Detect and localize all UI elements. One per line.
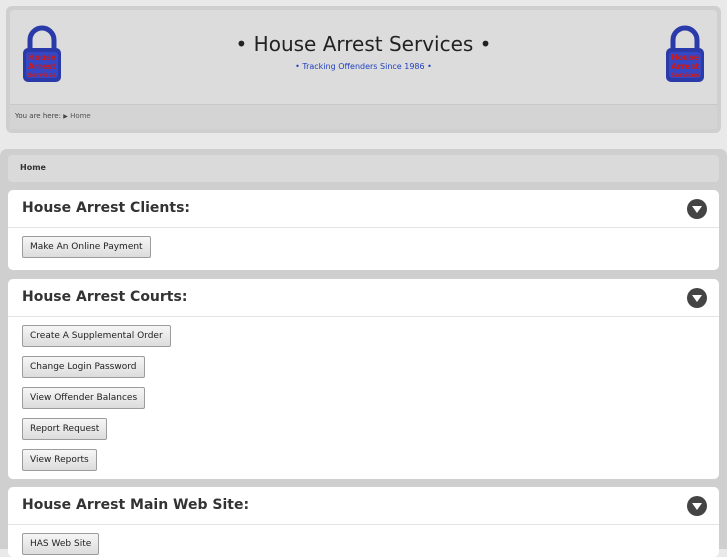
panel-courts: House Arrest Courts: Create A Supplement… — [8, 279, 719, 479]
main-content: Home House Arrest Clients: Make An Onlin… — [0, 149, 727, 557]
panel-header[interactable]: House Arrest Main Web Site: — [8, 487, 719, 525]
panel-title: House Arrest Clients: — [22, 200, 190, 216]
svg-text:Arrest: Arrest — [671, 62, 699, 71]
panel-header[interactable]: House Arrest Clients: — [8, 190, 719, 228]
page-title-bar: Home — [8, 155, 719, 182]
page-title: Home — [20, 163, 46, 172]
site-title: • House Arrest Services • — [235, 32, 492, 56]
create-supplemental-order-button[interactable]: Create A Supplemental Order — [22, 325, 171, 347]
site-subtitle: • Tracking Offenders Since 1986 • — [295, 62, 432, 71]
panel-body: Make An Online Payment — [8, 228, 719, 258]
view-reports-button[interactable]: View Reports — [22, 449, 97, 471]
change-login-password-button[interactable]: Change Login Password — [22, 356, 145, 378]
svg-text:Services: Services — [28, 72, 57, 79]
breadcrumb-bar: You are here: ▶ Home — [10, 104, 717, 129]
breadcrumb-prefix: You are here: — [15, 112, 61, 120]
make-online-payment-button[interactable]: Make An Online Payment — [22, 236, 151, 258]
panel-header[interactable]: House Arrest Courts: — [8, 279, 719, 317]
collapse-toggle-icon[interactable] — [687, 288, 707, 308]
report-request-button[interactable]: Report Request — [22, 418, 108, 440]
svg-text:Services: Services — [671, 72, 700, 79]
has-web-site-button[interactable]: HAS Web Site — [22, 533, 100, 555]
collapse-toggle-icon[interactable] — [687, 496, 707, 516]
padlock-logo-icon: House Arrest Services — [666, 25, 704, 82]
panel-main-web-site: House Arrest Main Web Site: HAS Web Site — [8, 487, 719, 557]
breadcrumb-home-link[interactable]: Home — [70, 112, 91, 120]
panel-body: HAS Web Site — [8, 525, 719, 555]
site-header: House Arrest Services • House Arrest Ser… — [6, 6, 721, 133]
view-offender-balances-button[interactable]: View Offender Balances — [22, 387, 146, 409]
site-header-inner: House Arrest Services • House Arrest Ser… — [10, 10, 717, 129]
breadcrumb-arrow-icon: ▶ — [63, 113, 68, 120]
panel-title: House Arrest Main Web Site: — [22, 497, 250, 513]
svg-text:House: House — [671, 53, 700, 62]
collapse-toggle-icon[interactable] — [687, 199, 707, 219]
breadcrumb: You are here: ▶ Home — [15, 112, 91, 120]
panel-clients: House Arrest Clients: Make An Online Pay… — [8, 190, 719, 270]
panel-body: Create A Supplemental Order Change Login… — [8, 317, 719, 471]
panel-title: House Arrest Courts: — [22, 289, 188, 305]
